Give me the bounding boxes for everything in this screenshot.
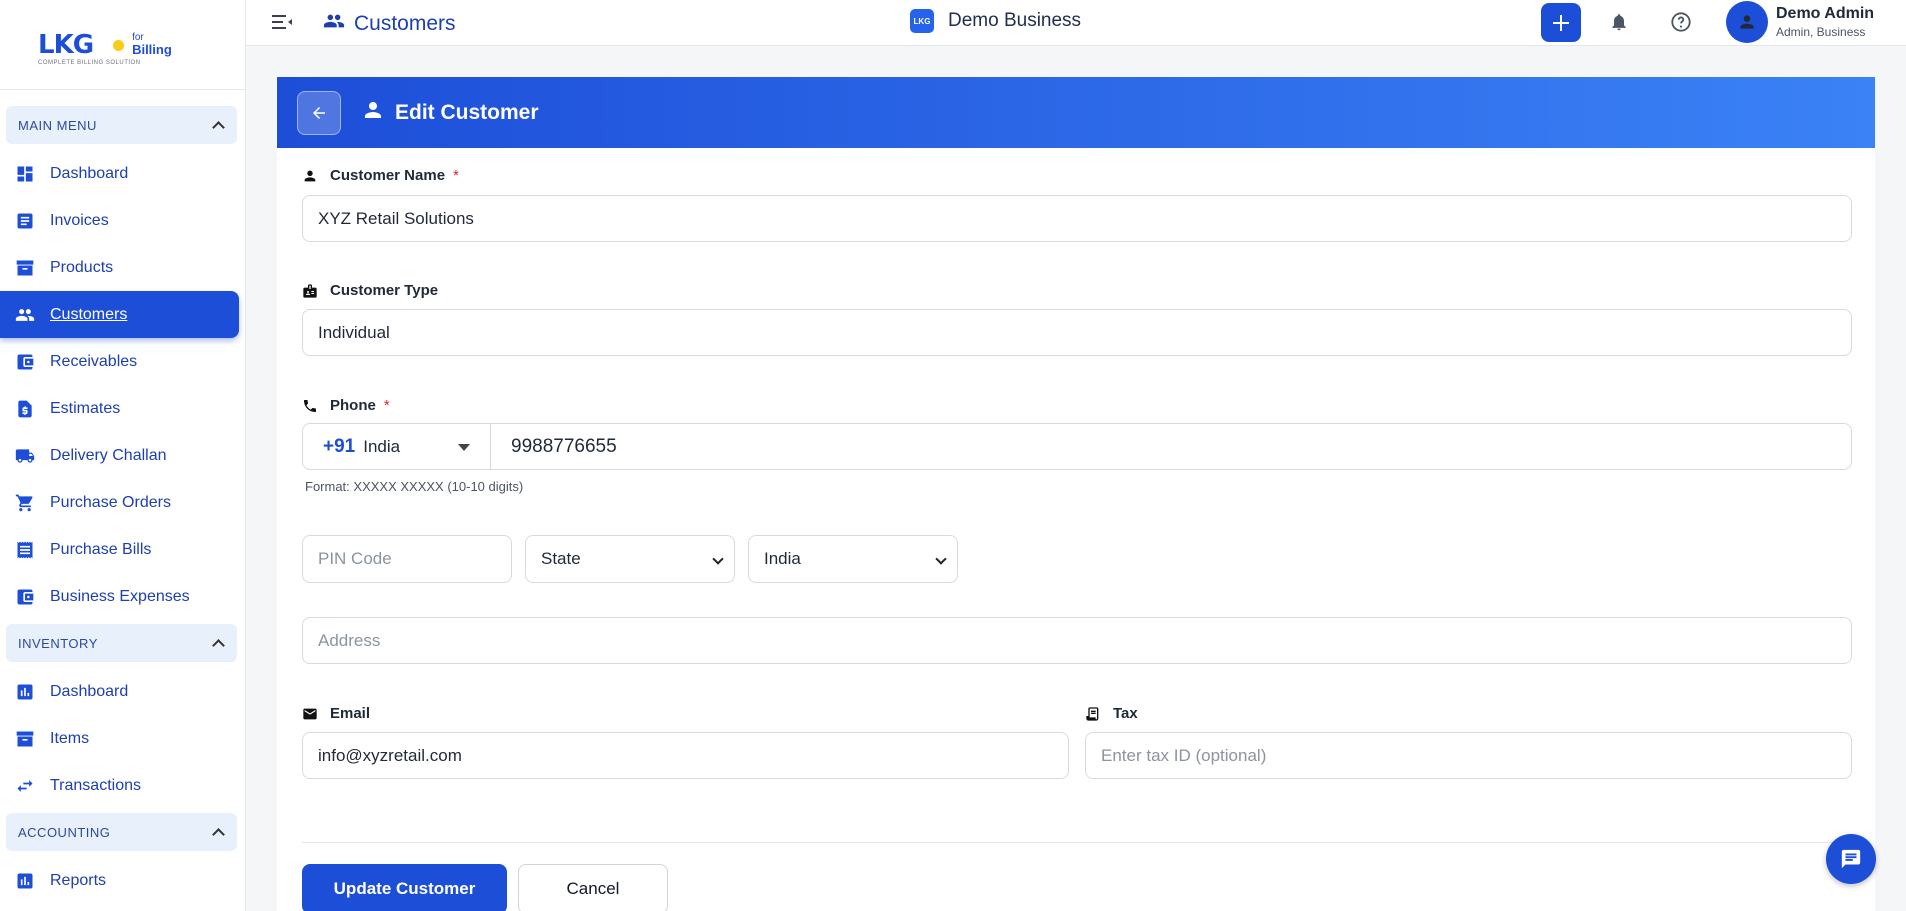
user-name: Demo Admin [1776,5,1875,22]
business-name: Demo Business [948,10,1082,31]
page-title: Customers [322,10,456,37]
chat-button[interactable] [1826,834,1876,884]
sidebar: LKG for Billing COMPLETE BILLING SOLUTIO… [0,0,246,911]
caret-down-icon [458,444,470,451]
archive-icon [15,729,35,749]
brand-tagline: COMPLETE BILLING SOLUTION [38,60,141,66]
person-icon [302,168,318,184]
chevron-up-icon [212,121,225,134]
email-input[interactable]: info@xyzretail.com [302,732,1069,779]
customer-name-label: Customer Name * [302,167,459,184]
avatar [1726,1,1768,43]
sidebar-item-receivables[interactable]: Receivables [0,338,239,385]
add-button[interactable] [1541,3,1581,42]
sidebar-item-transactions[interactable]: Transactions [0,762,239,809]
help-icon[interactable] [1670,11,1692,38]
section-title: ACCOUNTING [18,824,111,840]
tax-label: Tax [1085,705,1138,722]
dashboard-icon [15,164,35,184]
edit-customer-card: Edit Customer Customer Name * XYZ Retail… [277,77,1875,911]
divider [302,842,1852,843]
sidebar-item-purchase-bills[interactable]: Purchase Bills [0,526,239,573]
sidebar-item-dashboard[interactable]: Dashboard [0,150,239,197]
person-icon [1740,15,1754,29]
country-code-select[interactable]: +91 India [302,423,491,470]
brand-billing: Billing [132,42,172,57]
business-logo: LKG [910,9,934,33]
cart-icon [15,493,35,513]
sidebar-item-purchase-orders[interactable]: Purchase Orders [0,479,239,526]
sidebar-item-invoices[interactable]: Invoices [0,197,239,244]
address-input[interactable]: Address [302,617,1852,664]
brand-name: LKG [38,29,94,60]
required-mark: * [383,397,390,414]
receipt-icon [15,540,35,560]
chat-icon [1841,849,1861,869]
menu-collapse-icon[interactable] [270,12,294,32]
cancel-button[interactable]: Cancel [518,864,668,911]
swap-icon [15,776,35,796]
section-title: INVENTORY [18,635,98,651]
person-icon [361,98,385,127]
back-button[interactable] [297,90,341,135]
invoice-icon [15,211,35,231]
phone-code: +91 [323,435,356,457]
customer-type-select[interactable]: Individual [302,309,1852,356]
business-selector[interactable]: LKG Demo Business [910,9,1081,33]
sidebar-item-items[interactable]: Items [0,715,239,762]
bar-chart-icon [15,682,35,702]
user-menu[interactable]: Demo Admin Admin, Business [1726,1,1874,43]
mail-icon [302,706,318,722]
phone-country: India [363,436,401,456]
phone-input[interactable]: 9988776655 [490,423,1852,470]
section-accounting[interactable]: ACCOUNTING [6,813,237,851]
country-select[interactable]: India [748,535,958,583]
topbar: Customers LKG Demo Business Demo Admin A… [246,0,1906,46]
truck-icon [15,446,35,466]
required-mark: * [453,167,459,184]
people-icon [322,10,346,37]
wallet-icon [15,587,35,607]
receipt-icon [1085,706,1101,722]
form-title: Edit Customer [361,98,539,127]
wallet-icon [15,352,35,372]
email-label: Email [302,705,370,722]
update-customer-button[interactable]: Update Customer [302,864,507,911]
chevron-down-icon [935,553,947,565]
phone-icon [302,398,318,414]
people-icon [15,305,35,325]
chevron-down-icon [712,553,724,565]
state-select[interactable]: State [525,535,735,583]
card-header: Edit Customer [277,77,1875,148]
sidebar-item-reports[interactable]: Reports [0,857,239,904]
plus-icon [1553,14,1569,31]
phone-label: Phone * [302,397,390,414]
arrow-left-icon [313,106,325,119]
user-role: Admin, Business [1776,25,1866,39]
pin-code-input[interactable]: PIN Code [302,535,512,583]
badge-icon [302,283,318,299]
sidebar-item-business-expenses[interactable]: Business Expenses [0,573,239,620]
phone-hint: Format: XXXXX XXXXX (10-10 digits) [305,479,524,494]
customer-type-label: Customer Type [302,282,438,299]
sidebar-item-estimates[interactable]: Estimates [0,385,239,432]
dollar-doc-icon [15,399,35,419]
sidebar-item-inventory-dashboard[interactable]: Dashboard [0,668,239,715]
brand-logo[interactable]: LKG for Billing COMPLETE BILLING SOLUTIO… [0,0,245,90]
coin-icon [113,40,125,51]
chevron-up-icon [212,639,225,652]
section-inventory[interactable]: INVENTORY [6,624,237,662]
sidebar-item-customers[interactable]: Customers [0,291,239,338]
section-title: MAIN MENU [18,117,97,133]
bell-icon[interactable] [1609,11,1629,38]
chevron-up-icon [212,828,225,841]
tax-input[interactable]: Enter tax ID (optional) [1085,732,1852,779]
sidebar-item-delivery-challan[interactable]: Delivery Challan [0,432,239,479]
section-main-menu[interactable]: MAIN MENU [6,106,237,144]
bar-chart-icon [15,871,35,891]
customer-name-input[interactable]: XYZ Retail Solutions [302,195,1852,242]
sidebar-item-products[interactable]: Products [0,244,239,291]
archive-icon [15,258,35,278]
